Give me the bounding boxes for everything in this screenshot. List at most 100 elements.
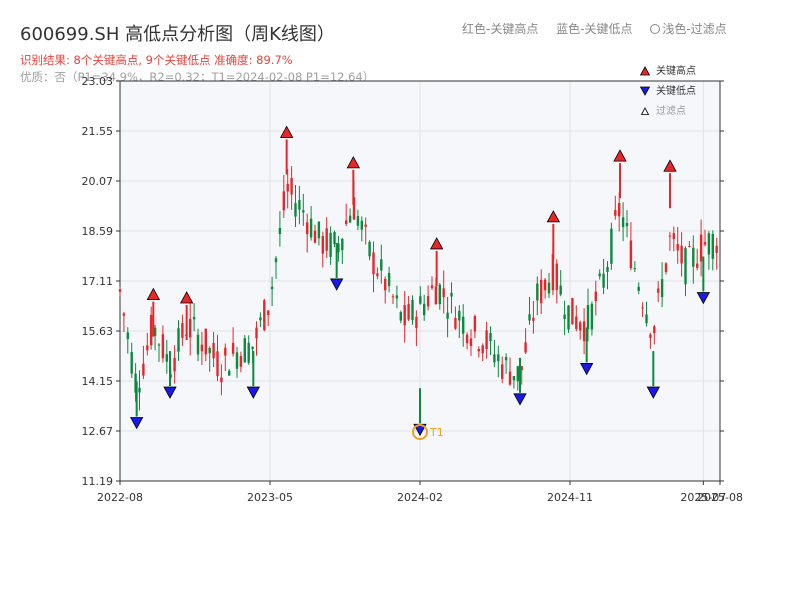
blue-triangle-down-icon [639, 86, 651, 96]
candle-body [239, 355, 243, 367]
x-tick-label: 2022-08 [97, 491, 143, 504]
candle-body [606, 266, 609, 273]
candle-body [430, 285, 434, 289]
candle-body [688, 245, 691, 247]
candle-body [368, 241, 371, 257]
candle-body [146, 345, 149, 351]
candle-body [235, 352, 239, 369]
candle-body [594, 291, 597, 302]
candle-body [618, 203, 621, 217]
candle-body [532, 317, 535, 321]
candle-body [173, 357, 176, 372]
candle-body [270, 286, 274, 290]
candle-body [465, 334, 469, 344]
candle-body [645, 314, 648, 324]
candle-body [247, 342, 250, 363]
candle-body [493, 354, 496, 363]
candle-body [165, 354, 168, 362]
candle-body [395, 295, 399, 299]
candle-body [345, 220, 348, 225]
candle-body [282, 191, 285, 211]
candle-body [528, 314, 531, 321]
candle-body [649, 334, 652, 338]
candle-body [602, 273, 605, 288]
chart-legend: 关键高点 关键低点 过滤点 [639, 64, 696, 124]
candle-body [208, 347, 211, 354]
candle-body [567, 305, 570, 330]
candle-body [415, 316, 418, 328]
candle-body [664, 263, 668, 273]
candle-body [380, 259, 383, 271]
candle-body [313, 230, 317, 243]
candle-body [653, 326, 656, 334]
candle-body [571, 298, 574, 325]
candle-body [142, 363, 145, 376]
candle-body [341, 239, 344, 251]
candle-body [263, 300, 266, 331]
candle-body [621, 217, 625, 228]
legend-label-high: 关键高点 [656, 66, 696, 77]
candle-body [676, 243, 679, 251]
candle-body [458, 310, 461, 321]
candle-body [150, 314, 153, 346]
candle-body [450, 292, 453, 297]
candle-body [360, 220, 363, 230]
candle-body [189, 318, 192, 338]
y-tick-label: 11.19 [82, 475, 114, 488]
candle-body [391, 296, 395, 298]
candle-body [259, 317, 262, 321]
candle-body [407, 304, 410, 320]
candle-body [157, 344, 161, 346]
candle-body [575, 316, 578, 330]
candle-body [481, 345, 484, 354]
candle-body [692, 247, 695, 267]
legend-label-low: 关键低点 [656, 86, 696, 97]
candle-body [216, 351, 219, 377]
candle-body [220, 377, 223, 383]
candle-body [668, 235, 672, 237]
candle-body [524, 342, 527, 353]
candle-body [329, 232, 332, 258]
candle-body [540, 279, 543, 304]
candle-body [290, 177, 293, 195]
highlight-label: T1 [429, 426, 444, 439]
candle-body [302, 210, 305, 213]
candle-body [138, 387, 141, 393]
candle-body [641, 307, 644, 309]
candle-body [411, 300, 414, 321]
candle-body [454, 317, 457, 329]
candle-body [629, 240, 633, 269]
candle-body [306, 222, 309, 235]
candle-body [122, 313, 126, 316]
candle-body [212, 342, 215, 359]
candle-body [442, 288, 445, 298]
candle-body [614, 209, 617, 216]
candle-body [298, 199, 301, 210]
white-triangle-up-icon [640, 107, 650, 115]
x-tick-label: 2023-05 [247, 491, 293, 504]
candle-body [267, 310, 270, 315]
legend-item-filtered: 过滤点 [640, 104, 696, 124]
candle-body [715, 245, 718, 253]
candle-body [637, 286, 640, 291]
candle-body [536, 283, 539, 301]
y-tick-label: 14.15 [82, 375, 114, 388]
candle-body [633, 268, 636, 270]
candle-body [192, 316, 196, 320]
candle-body [204, 328, 207, 355]
candle-body [446, 312, 449, 319]
candle-body [321, 236, 324, 254]
candle-body [489, 333, 492, 342]
candle-body [196, 334, 200, 355]
candle-body [294, 203, 297, 217]
candle-body [243, 338, 246, 363]
candle-body [473, 316, 477, 332]
candle-body [559, 285, 562, 295]
x-tick-label: 2025-08 [697, 491, 743, 504]
candle-body [512, 376, 516, 381]
candle-body [516, 366, 519, 382]
candle-body [703, 242, 707, 245]
y-tick-label: 23.03 [82, 75, 114, 88]
legend-label-filtered: 过滤点 [656, 106, 686, 117]
candle-body [563, 314, 566, 319]
